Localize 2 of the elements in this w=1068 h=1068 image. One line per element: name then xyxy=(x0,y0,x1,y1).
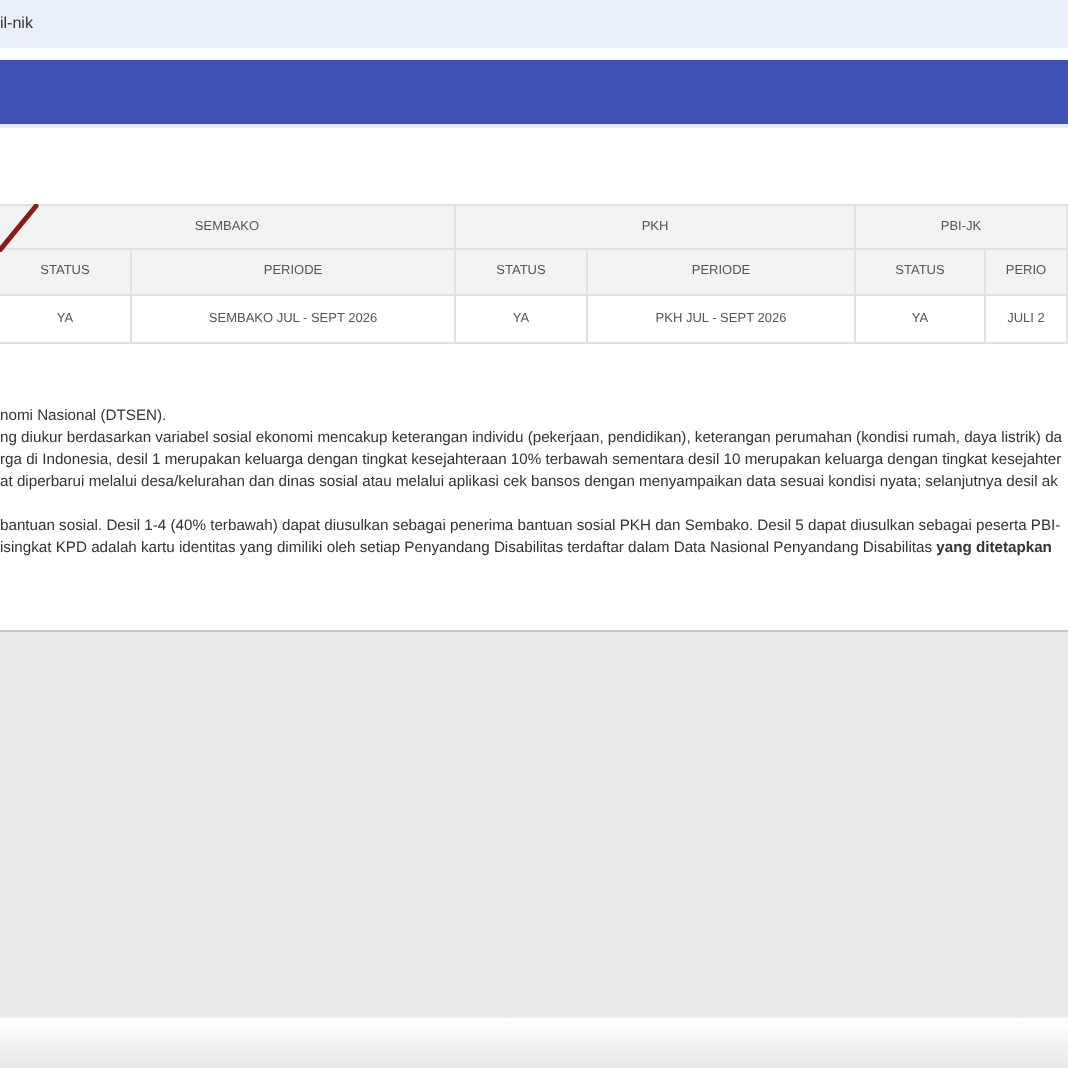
url-text: il-nik xyxy=(0,12,33,36)
pen-stroke-icon xyxy=(0,204,40,252)
